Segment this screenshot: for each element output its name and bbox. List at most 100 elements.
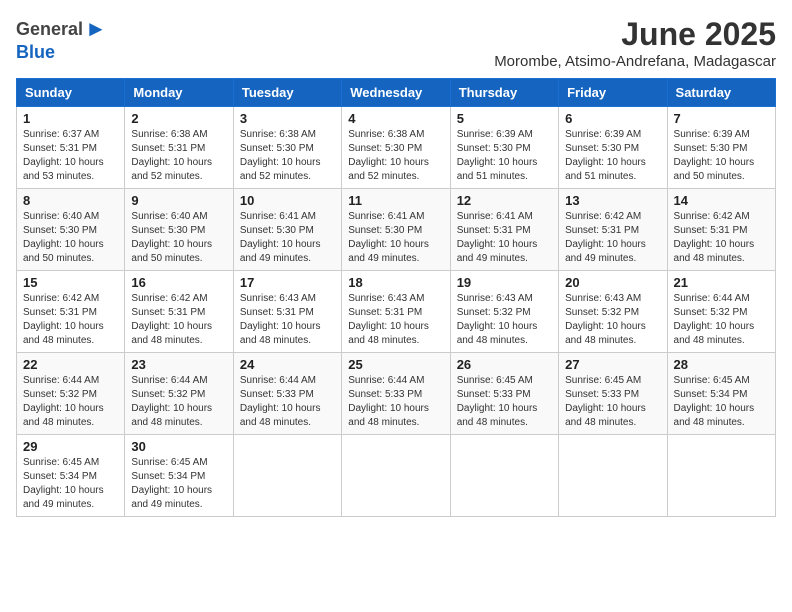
calendar-cell: 8 Sunrise: 6:40 AMSunset: 5:30 PMDaylight…	[17, 189, 125, 271]
day-number: 24	[240, 357, 335, 372]
cell-details: Sunrise: 6:45 AMSunset: 5:34 PMDaylight:…	[23, 456, 118, 512]
day-number: 18	[348, 275, 443, 290]
calendar-week-1: 1 Sunrise: 6:37 AMSunset: 5:31 PMDaylight…	[17, 107, 776, 189]
cell-details: Sunrise: 6:43 AMSunset: 5:31 PMDaylight:…	[348, 292, 443, 348]
day-number: 29	[23, 439, 118, 454]
cell-details: Sunrise: 6:44 AMSunset: 5:32 PMDaylight:…	[23, 374, 118, 430]
day-number: 6	[565, 111, 660, 126]
day-number: 17	[240, 275, 335, 290]
calendar-cell: 28 Sunrise: 6:45 AMSunset: 5:34 PMDayligh…	[667, 353, 775, 435]
cell-details: Sunrise: 6:45 AMSunset: 5:34 PMDaylight:…	[674, 374, 769, 430]
cell-details: Sunrise: 6:45 AMSunset: 5:34 PMDaylight:…	[131, 456, 226, 512]
calendar-cell: 4 Sunrise: 6:38 AMSunset: 5:30 PMDaylight…	[342, 107, 450, 189]
calendar-cell: 1 Sunrise: 6:37 AMSunset: 5:31 PMDaylight…	[17, 107, 125, 189]
calendar-cell: 22 Sunrise: 6:44 AMSunset: 5:32 PMDayligh…	[17, 353, 125, 435]
calendar-cell: 24 Sunrise: 6:44 AMSunset: 5:33 PMDayligh…	[233, 353, 341, 435]
calendar-cell: 26Sunrise: 6:45 AMSunset: 5:33 PMDayligh…	[450, 353, 558, 435]
location-title: Morombe, Atsimo-Andrefana, Madagascar	[494, 53, 776, 70]
day-header-monday: Monday	[125, 79, 233, 107]
logo-bird-icon: ►	[85, 16, 107, 42]
day-header-thursday: Thursday	[450, 79, 558, 107]
cell-details: Sunrise: 6:37 AMSunset: 5:31 PMDaylight:…	[23, 128, 118, 184]
calendar-cell: 19Sunrise: 6:43 AMSunset: 5:32 PMDayligh…	[450, 271, 558, 353]
cell-details: Sunrise: 6:41 AMSunset: 5:30 PMDaylight:…	[240, 210, 335, 266]
calendar-cell: 3 Sunrise: 6:38 AMSunset: 5:30 PMDaylight…	[233, 107, 341, 189]
day-header-friday: Friday	[559, 79, 667, 107]
calendar-week-2: 8 Sunrise: 6:40 AMSunset: 5:30 PMDaylight…	[17, 189, 776, 271]
day-number: 28	[674, 357, 769, 372]
title-block: June 2025 Morombe, Atsimo-Andrefana, Mad…	[494, 16, 776, 70]
calendar-cell: 16 Sunrise: 6:42 AMSunset: 5:31 PMDayligh…	[125, 271, 233, 353]
calendar-cell: 6 Sunrise: 6:39 AMSunset: 5:30 PMDaylight…	[559, 107, 667, 189]
cell-details: Sunrise: 6:42 AMSunset: 5:31 PMDaylight:…	[131, 292, 226, 348]
day-number: 11	[348, 193, 443, 208]
day-number: 8	[23, 193, 118, 208]
calendar-cell	[342, 435, 450, 517]
calendar-cell: 2 Sunrise: 6:38 AMSunset: 5:31 PMDaylight…	[125, 107, 233, 189]
calendar-cell: 15 Sunrise: 6:42 AMSunset: 5:31 PMDayligh…	[17, 271, 125, 353]
day-number: 2	[131, 111, 226, 126]
cell-details: Sunrise: 6:41 AMSunset: 5:30 PMDaylight:…	[348, 210, 443, 266]
cell-details: Sunrise: 6:42 AMSunset: 5:31 PMDaylight:…	[674, 210, 769, 266]
calendar-cell	[450, 435, 558, 517]
cell-details: Sunrise: 6:44 AMSunset: 5:33 PMDaylight:…	[240, 374, 335, 430]
calendar-cell: 18 Sunrise: 6:43 AMSunset: 5:31 PMDayligh…	[342, 271, 450, 353]
calendar-cell: 27 Sunrise: 6:45 AMSunset: 5:33 PMDayligh…	[559, 353, 667, 435]
cell-details: Sunrise: 6:43 AMSunset: 5:32 PMDaylight:…	[457, 292, 552, 348]
day-header-sunday: Sunday	[17, 79, 125, 107]
calendar-cell: 13Sunrise: 6:42 AMSunset: 5:31 PMDayligh…	[559, 189, 667, 271]
day-number: 21	[674, 275, 769, 290]
cell-details: Sunrise: 6:39 AMSunset: 5:30 PMDaylight:…	[565, 128, 660, 184]
day-number: 4	[348, 111, 443, 126]
page-header: General ► Blue June 2025 Morombe, Atsimo…	[16, 16, 776, 70]
day-number: 20	[565, 275, 660, 290]
day-number: 1	[23, 111, 118, 126]
cell-details: Sunrise: 6:44 AMSunset: 5:33 PMDaylight:…	[348, 374, 443, 430]
calendar-week-5: 29 Sunrise: 6:45 AMSunset: 5:34 PMDayligh…	[17, 435, 776, 517]
day-number: 10	[240, 193, 335, 208]
calendar-week-3: 15 Sunrise: 6:42 AMSunset: 5:31 PMDayligh…	[17, 271, 776, 353]
day-header-wednesday: Wednesday	[342, 79, 450, 107]
cell-details: Sunrise: 6:43 AMSunset: 5:32 PMDaylight:…	[565, 292, 660, 348]
logo-general: General	[16, 19, 83, 40]
calendar-cell: 9 Sunrise: 6:40 AMSunset: 5:30 PMDaylight…	[125, 189, 233, 271]
cell-details: Sunrise: 6:41 AMSunset: 5:31 PMDaylight:…	[457, 210, 552, 266]
day-number: 3	[240, 111, 335, 126]
day-number: 23	[131, 357, 226, 372]
calendar-cell: 5 Sunrise: 6:39 AMSunset: 5:30 PMDaylight…	[450, 107, 558, 189]
day-header-saturday: Saturday	[667, 79, 775, 107]
cell-details: Sunrise: 6:39 AMSunset: 5:30 PMDaylight:…	[674, 128, 769, 184]
day-number: 27	[565, 357, 660, 372]
calendar-cell	[559, 435, 667, 517]
cell-details: Sunrise: 6:40 AMSunset: 5:30 PMDaylight:…	[23, 210, 118, 266]
logo-blue: Blue	[16, 42, 55, 62]
calendar-cell: 30Sunrise: 6:45 AMSunset: 5:34 PMDayligh…	[125, 435, 233, 517]
day-number: 22	[23, 357, 118, 372]
calendar-cell: 29 Sunrise: 6:45 AMSunset: 5:34 PMDayligh…	[17, 435, 125, 517]
cell-details: Sunrise: 6:39 AMSunset: 5:30 PMDaylight:…	[457, 128, 552, 184]
cell-details: Sunrise: 6:38 AMSunset: 5:30 PMDaylight:…	[240, 128, 335, 184]
calendar-cell: 17Sunrise: 6:43 AMSunset: 5:31 PMDayligh…	[233, 271, 341, 353]
calendar-cell: 21Sunrise: 6:44 AMSunset: 5:32 PMDayligh…	[667, 271, 775, 353]
day-number: 26	[457, 357, 552, 372]
day-number: 7	[674, 111, 769, 126]
calendar-table: SundayMondayTuesdayWednesdayThursdayFrid…	[16, 78, 776, 517]
calendar-cell: 7 Sunrise: 6:39 AMSunset: 5:30 PMDaylight…	[667, 107, 775, 189]
calendar-cell: 10 Sunrise: 6:41 AMSunset: 5:30 PMDayligh…	[233, 189, 341, 271]
day-number: 15	[23, 275, 118, 290]
day-number: 13	[565, 193, 660, 208]
calendar-cell: 25Sunrise: 6:44 AMSunset: 5:33 PMDayligh…	[342, 353, 450, 435]
day-number: 16	[131, 275, 226, 290]
calendar-header-row: SundayMondayTuesdayWednesdayThursdayFrid…	[17, 79, 776, 107]
day-number: 5	[457, 111, 552, 126]
month-title: June 2025	[494, 16, 776, 53]
day-number: 14	[674, 193, 769, 208]
cell-details: Sunrise: 6:42 AMSunset: 5:31 PMDaylight:…	[23, 292, 118, 348]
cell-details: Sunrise: 6:40 AMSunset: 5:30 PMDaylight:…	[131, 210, 226, 266]
cell-details: Sunrise: 6:38 AMSunset: 5:31 PMDaylight:…	[131, 128, 226, 184]
cell-details: Sunrise: 6:38 AMSunset: 5:30 PMDaylight:…	[348, 128, 443, 184]
logo: General ► Blue	[16, 16, 107, 63]
calendar-cell: 14 Sunrise: 6:42 AMSunset: 5:31 PMDayligh…	[667, 189, 775, 271]
day-number: 9	[131, 193, 226, 208]
cell-details: Sunrise: 6:45 AMSunset: 5:33 PMDaylight:…	[565, 374, 660, 430]
